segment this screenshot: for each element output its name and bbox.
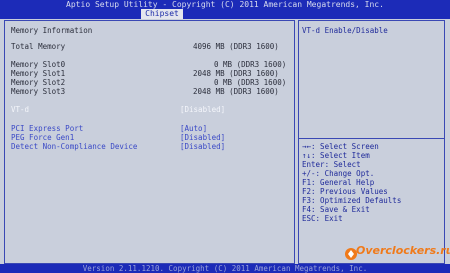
pci-express-port-label[interactable]: PCI Express Port [11,124,83,133]
watermark-text: Overclockers.ru [356,244,450,257]
memory-slot3-label: Memory Slot3 [11,87,66,96]
key-help-f4: F4: Save & Exit [302,205,370,214]
pci-express-port-value[interactable]: [Auto] [180,124,207,133]
peg-force-gen1-label[interactable]: PEG Force Gen1 [11,133,74,142]
memory-slot0-label: Memory Slot0 [11,60,66,69]
key-help-f3: F3: Optimized Defaults [302,196,402,205]
vtd-label[interactable]: VT-d [11,105,29,114]
memory-slot2-label: Memory Slot2 [11,78,66,87]
memory-slot3-value: 2048 MB (DDR3 1600) [193,87,279,96]
memory-slot2-value: 0 MB (DDR3 1600) [214,78,287,87]
memory-slot1-value: 2048 MB (DDR3 1600) [193,69,279,78]
total-memory-label: Total Memory [11,42,66,51]
detect-non-compliance-label[interactable]: Detect Non-Compliance Device [11,142,137,151]
memory-slot1-label: Memory Slot1 [11,69,66,78]
key-help-select-item: ↑↓: Select Item [302,151,370,160]
key-help-f2: F2: Previous Values [302,187,388,196]
help-divider [298,138,445,139]
total-memory-value: 4096 MB (DDR3 1600) [193,42,279,51]
tab-bar: Chipset [0,9,450,19]
footer-version: Version 2.11.1210. Copyright (C) 2011 Am… [0,264,450,273]
help-title: VT-d Enable/Disable [302,26,388,35]
vtd-value[interactable]: [Disabled] [180,105,225,114]
memory-information-heading: Memory Information [11,26,93,35]
window-title: Aptio Setup Utility - Copyright (C) 2011… [0,0,450,9]
key-help-change-opt: +/-: Change Opt. [302,169,375,178]
key-help-esc: ESC: Exit [302,214,343,223]
tab-chipset[interactable]: Chipset [141,9,183,19]
key-help-f1: F1: General Help [302,178,375,187]
key-help-enter: Enter: Select [302,160,361,169]
detect-non-compliance-value[interactable]: [Disabled] [180,142,225,151]
key-help-select-screen: →←: Select Screen [302,142,379,151]
peg-force-gen1-value[interactable]: [Disabled] [180,133,225,142]
memory-slot0-value: 0 MB (DDR3 1600) [214,60,287,69]
